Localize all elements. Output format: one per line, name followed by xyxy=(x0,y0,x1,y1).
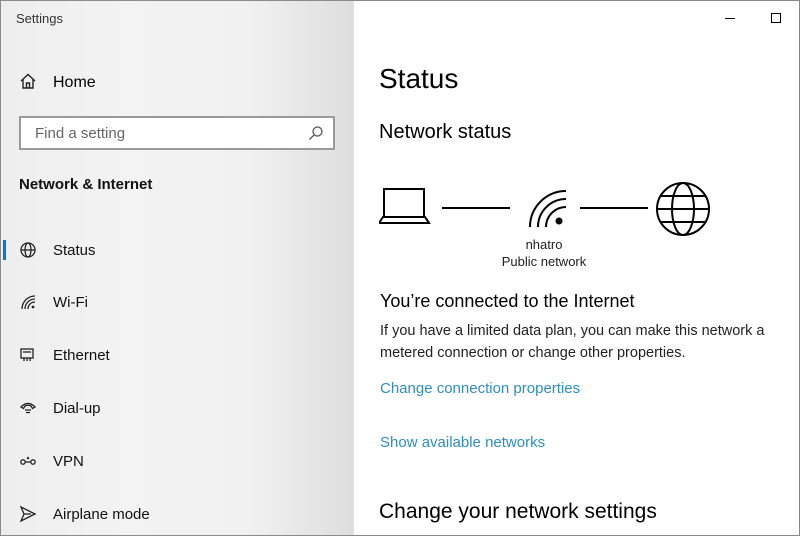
wifi-icon xyxy=(19,293,37,311)
connection-status-title: You’re connected to the Internet xyxy=(380,291,635,311)
sidebar-item-label: Wi-Fi xyxy=(53,293,88,311)
sidebar-item-status[interactable]: Status xyxy=(1,232,354,268)
app-title: Settings xyxy=(16,11,63,26)
airplane-icon xyxy=(19,505,37,523)
sidebar-item-label: Status xyxy=(53,241,96,259)
sidebar-item-airplane-mode[interactable]: Airplane mode xyxy=(1,496,354,532)
sidebar-item-label: Airplane mode xyxy=(53,505,150,523)
sidebar-item-vpn[interactable]: VPN xyxy=(1,443,354,479)
home-nav-item[interactable]: Home xyxy=(19,71,96,95)
maximize-button[interactable] xyxy=(753,1,799,35)
ethernet-icon xyxy=(19,346,37,364)
phone-icon xyxy=(19,399,37,417)
network-name: nhatro xyxy=(525,237,563,252)
page-title: Status xyxy=(379,63,459,94)
sidebar-item-dial-up[interactable]: Dial-up xyxy=(1,390,354,426)
minimize-button[interactable] xyxy=(707,1,753,35)
change-network-settings-heading: Change your network settings xyxy=(379,500,657,523)
sidebar: Settings Home Network & Internet xyxy=(1,1,354,535)
globe-icon xyxy=(19,241,37,259)
laptop-icon xyxy=(379,188,431,224)
sidebar-item-label: Ethernet xyxy=(53,346,110,364)
network-type: Public network xyxy=(501,254,587,269)
sidebar-item-label: VPN xyxy=(53,452,84,470)
connection-status-description: If you have a limited data plan, you can… xyxy=(380,323,765,361)
titlebar-controls xyxy=(707,1,799,35)
change-connection-properties-link[interactable]: Change connection properties xyxy=(380,380,580,397)
minimize-icon xyxy=(725,18,735,19)
sidebar-item-ethernet[interactable]: Ethernet xyxy=(1,337,354,373)
show-available-networks-link[interactable]: Show available networks xyxy=(380,434,545,451)
selected-indicator xyxy=(3,240,6,260)
search-icon[interactable] xyxy=(307,125,325,141)
home-label: Home xyxy=(53,74,96,91)
search-box[interactable] xyxy=(19,116,335,150)
vpn-icon xyxy=(19,452,37,470)
sidebar-item-label: Dial-up xyxy=(53,399,101,417)
main-content: Status Network status nhatro Public netw… xyxy=(354,1,799,535)
section-heading: Network & Internet xyxy=(19,176,153,193)
maximize-icon xyxy=(771,13,781,23)
network-status-heading: Network status xyxy=(379,121,512,143)
home-icon xyxy=(19,72,37,95)
internet-globe-icon xyxy=(656,182,710,236)
search-input[interactable] xyxy=(33,123,307,143)
settings-window: Settings Home Network & Internet xyxy=(0,0,800,536)
wifi-signal-icon xyxy=(529,190,567,228)
sidebar-item-wifi[interactable]: Wi-Fi xyxy=(1,284,354,320)
